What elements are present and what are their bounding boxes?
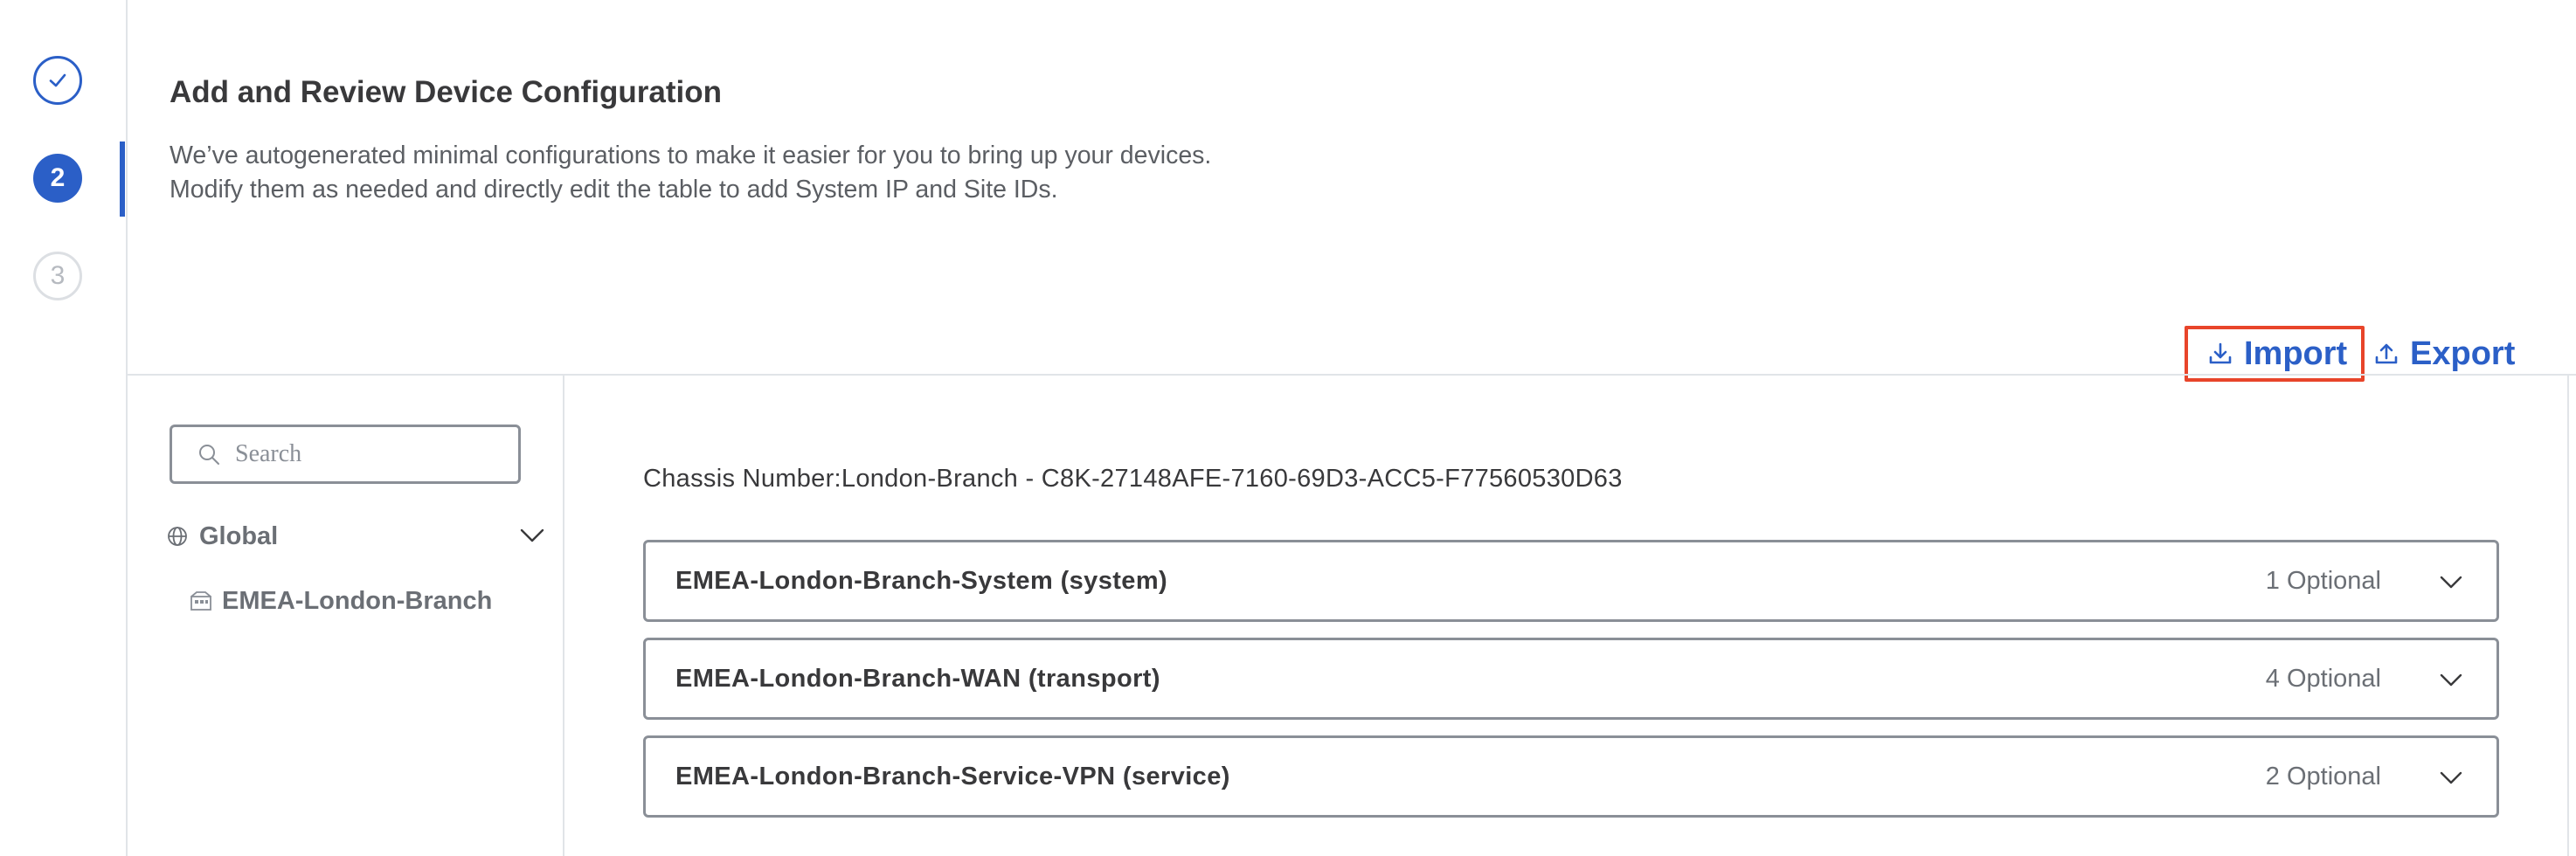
page: 2 3 Add and Review Device Configuration …: [0, 0, 2576, 856]
active-step-indicator: [120, 142, 125, 217]
optional-count: 4 Optional: [2265, 664, 2381, 693]
section-name: EMEA-London-Branch-WAN (transport): [675, 664, 1160, 693]
tree-node-label: Global: [199, 521, 279, 550]
upload-icon: [2375, 343, 2398, 364]
check-icon: [49, 73, 66, 87]
optional-count: 1 Optional: [2265, 566, 2381, 595]
globe-icon: [168, 527, 187, 546]
section-name: EMEA-London-Branch-Service-VPN (service): [675, 762, 1230, 790]
panel-divider: [563, 376, 564, 856]
search-icon: [199, 445, 219, 465]
export-button[interactable]: Export: [2373, 334, 2515, 374]
wizard-stepper: 2 3: [0, 0, 128, 856]
step-2-active[interactable]: 2: [33, 154, 82, 203]
page-title: Add and Review Device Configuration: [170, 75, 723, 109]
site-icon: [190, 591, 211, 611]
step-3-pending[interactable]: 3: [33, 252, 82, 300]
chevron-down-icon[interactable]: [2437, 764, 2465, 792]
export-label: Export: [2410, 335, 2516, 372]
tree-node-label: EMEA-London-Branch: [222, 586, 493, 615]
config-section-system[interactable]: EMEA-London-Branch-System (system) 1 Opt…: [643, 540, 2499, 622]
optional-count: 2 Optional: [2265, 762, 2381, 790]
section-name: EMEA-London-Branch-System (system): [675, 566, 1168, 595]
config-section-transport[interactable]: EMEA-London-Branch-WAN (transport) 4 Opt…: [643, 638, 2499, 720]
tree-node-emea-london-branch[interactable]: EMEA-London-Branch: [189, 582, 492, 620]
chassis-number: Chassis Number:London-Branch - C8K-27148…: [643, 465, 1623, 493]
step-number: 2: [50, 163, 66, 192]
tree-node-global[interactable]: Global: [166, 517, 551, 556]
page-description-line-1: We’ve autogenerated minimal configuratio…: [170, 142, 1212, 169]
chevron-down-icon[interactable]: [2437, 666, 2465, 694]
section-divider: [128, 374, 2576, 376]
download-icon: [2209, 342, 2232, 364]
import-label: Import: [2244, 335, 2348, 372]
step-1-completed[interactable]: [33, 56, 82, 105]
chevron-down-icon[interactable]: [517, 521, 547, 550]
page-description-line-2: Modify them as needed and directly edit …: [170, 176, 1058, 204]
panel-edge: [2567, 376, 2569, 856]
tree-search-box[interactable]: [170, 425, 521, 484]
chevron-down-icon[interactable]: [2437, 569, 2465, 597]
search-input[interactable]: [233, 439, 499, 469]
step-number: 3: [50, 261, 66, 290]
config-section-service[interactable]: EMEA-London-Branch-Service-VPN (service)…: [643, 735, 2499, 818]
